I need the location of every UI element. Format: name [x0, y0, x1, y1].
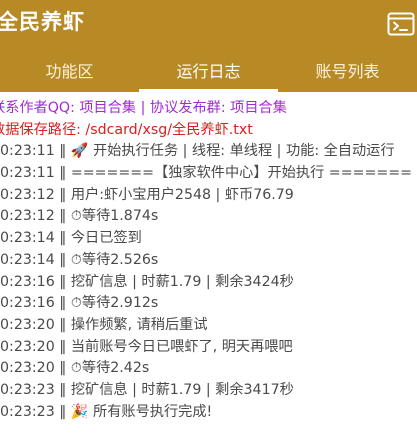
run-log-panel[interactable]: 联系作者QQ: 项目合集 | 协议发布群: 项目合集 数据保存路径: /sdcar… [0, 98, 417, 428]
tab-run-log[interactable]: 运行日志 [139, 48, 278, 92]
tab-account-list-label: 账号列表 [315, 62, 380, 81]
tab-functions-label: 功能区 [45, 62, 94, 81]
log-line: 10:23:20 ‖ 当前账号今日已喂虾了, 明天再喂吧 [0, 338, 293, 355]
log-line: 10:23:11 ‖ 🚀 开始执行任务 | 线程: 单线程 | 功能: 全自动运… [0, 143, 395, 160]
log-line: 联系作者QQ: 项目合集 | 协议发布群: 项目合集 [0, 100, 287, 116]
log-line: 数据保存路径: /sdcard/xsg/全民养虾.txt [0, 121, 253, 138]
log-line: 10:23:16 ‖ 挖矿信息 | 时薪1.79 | 剩余3424秒 [0, 273, 294, 290]
tab-account-list[interactable]: 账号列表 [278, 48, 417, 92]
log-line: 10:23:14 ‖ 今日已签到 [0, 230, 142, 247]
log-line: 10:23:20 ‖ 操作频繁, 请稍后重试 [0, 316, 208, 333]
log-line: 10:23:16 ‖ ⏱等待2.912s [0, 295, 159, 312]
terminal-icon[interactable] [387, 12, 415, 36]
log-line: 10:23:23 ‖ 🎉 所有账号执行完成! [0, 403, 213, 420]
tab-functions[interactable]: 功能区 [0, 48, 139, 92]
app-bar: 全民养虾 [0, 0, 417, 48]
log-line: 10:23:12 ‖ ⏱等待1.874s [0, 208, 159, 225]
log-line: 10:23:12 ‖ 用户:虾小宝用户2548 | 虾币76.79 [0, 186, 294, 203]
tab-run-log-label: 运行日志 [176, 62, 241, 81]
log-line: 10:23:23 ‖ 挖矿信息 | 时薪1.79 | 剩余3417秒 [0, 381, 294, 398]
log-line: 10:23:20 ‖ ⏱等待2.42s [0, 360, 150, 377]
log-line: 10:23:11 ‖ =======【独家软件中心】开始执行 ======= [0, 165, 413, 182]
log-line: 10:23:14 ‖ ⏱等待2.526s [0, 251, 159, 268]
tab-bar: 功能区 运行日志 账号列表 [0, 48, 417, 92]
app-title: 全民养虾 [0, 10, 85, 34]
